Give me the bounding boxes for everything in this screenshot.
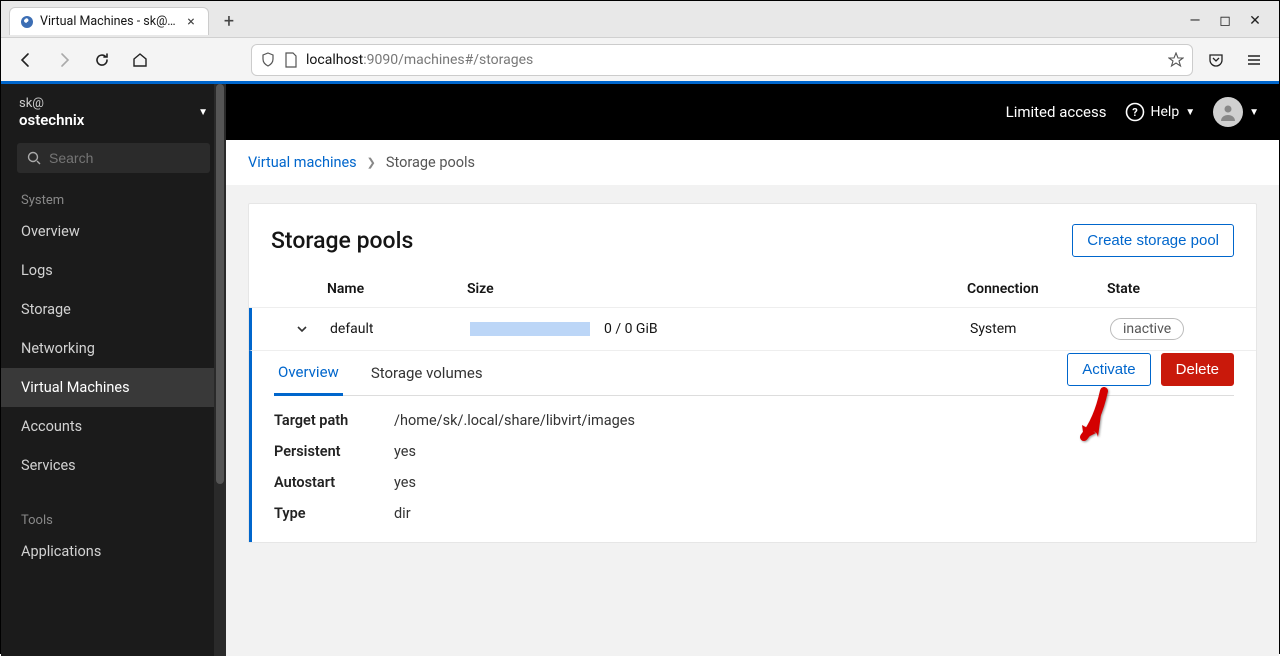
- app: sk@ ostechnix ▼ System Overview Logs Sto…: [1, 84, 1279, 656]
- pool-size: 0 / 0 GiB: [604, 321, 658, 337]
- sidebar-item-applications[interactable]: Applications: [1, 532, 226, 571]
- svg-text:?: ?: [1132, 106, 1138, 119]
- pool-state-badge: inactive: [1110, 318, 1184, 340]
- sidebar-item-logs[interactable]: Logs: [1, 251, 226, 290]
- back-button[interactable]: [11, 45, 41, 75]
- create-storage-pool-button[interactable]: Create storage pool: [1072, 224, 1234, 257]
- browser-chrome: Virtual Machines - sk@os × + — ◻ ✕ local…: [1, 1, 1279, 81]
- avatar-icon: [1213, 97, 1243, 127]
- chevron-down-icon: ▼: [198, 107, 208, 118]
- forward-button[interactable]: [49, 45, 79, 75]
- host-switcher[interactable]: sk@ ostechnix ▼: [1, 84, 226, 143]
- pocket-icon[interactable]: [1201, 45, 1231, 75]
- sidebar-item-accounts[interactable]: Accounts: [1, 407, 226, 446]
- delete-button[interactable]: Delete: [1161, 353, 1234, 386]
- activate-button[interactable]: Activate: [1067, 353, 1150, 386]
- sidebar: sk@ ostechnix ▼ System Overview Logs Sto…: [1, 84, 226, 656]
- chevron-right-icon: ❯: [367, 156, 376, 169]
- hamburger-menu-icon[interactable]: [1239, 45, 1269, 75]
- topbar: Limited access ? Help ▼ ▼: [226, 84, 1279, 140]
- expand-toggle[interactable]: [274, 323, 330, 335]
- sidebar-item-networking[interactable]: Networking: [1, 329, 226, 368]
- sidebar-scrollbar[interactable]: [214, 84, 226, 656]
- pool-row: default 0 / 0 GiB System inactive: [249, 308, 1256, 351]
- kv-persistent-value: yes: [394, 443, 1234, 460]
- pool-detail: Overview Storage volumes Activate Delete…: [249, 351, 1256, 542]
- window-close-icon[interactable]: ✕: [1247, 13, 1263, 29]
- col-size: Size: [467, 281, 967, 297]
- browser-toolbar: localhost:9090/machines#/storages: [1, 37, 1279, 81]
- kv-autostart-label: Autostart: [274, 474, 394, 491]
- home-button[interactable]: [125, 45, 155, 75]
- col-state: State: [1107, 281, 1234, 297]
- help-icon: ?: [1125, 102, 1145, 122]
- tab-title: Virtual Machines - sk@os: [40, 14, 178, 29]
- kv-target-path-value: /home/sk/.local/share/libvirt/images: [394, 412, 1234, 429]
- kv-target-path-label: Target path: [274, 412, 394, 429]
- shield-icon: [260, 52, 276, 68]
- bookmark-icon[interactable]: [1168, 52, 1184, 68]
- chevron-down-icon: ▼: [1185, 107, 1195, 118]
- sidebar-item-storage[interactable]: Storage: [1, 290, 226, 329]
- chevron-down-icon: ▼: [1249, 107, 1259, 118]
- pool-connection: System: [970, 321, 1110, 337]
- limited-access-label[interactable]: Limited access: [1006, 103, 1107, 121]
- tab-storage-volumes[interactable]: Storage volumes: [367, 352, 487, 394]
- sidebar-item-virtual-machines[interactable]: Virtual Machines: [1, 368, 226, 407]
- sidebar-item-overview[interactable]: Overview: [1, 212, 226, 251]
- window-minimize-icon[interactable]: —: [1187, 13, 1203, 29]
- breadcrumb-root[interactable]: Virtual machines: [248, 154, 357, 171]
- kv-autostart-value: yes: [394, 474, 1234, 491]
- breadcrumb-current: Storage pools: [386, 154, 475, 171]
- col-connection: Connection: [967, 281, 1107, 297]
- kv-persistent-label: Persistent: [274, 443, 394, 460]
- sidebar-search-input[interactable]: [49, 150, 200, 166]
- browser-tab[interactable]: Virtual Machines - sk@os ×: [9, 7, 209, 35]
- page-title: Storage pools: [271, 227, 413, 254]
- kv-type-value: dir: [394, 505, 1234, 522]
- tab-bar: Virtual Machines - sk@os × + — ◻ ✕: [1, 1, 1279, 37]
- section-label-tools: Tools: [1, 503, 226, 532]
- pool-table-header: Name Size Connection State: [249, 271, 1256, 308]
- breadcrumb: Virtual machines ❯ Storage pools: [226, 140, 1279, 185]
- pool-name: default: [330, 321, 470, 337]
- search-icon: [27, 151, 41, 165]
- window-maximize-icon[interactable]: ◻: [1217, 13, 1233, 29]
- sidebar-search[interactable]: [17, 143, 210, 173]
- col-name: Name: [327, 281, 467, 297]
- storage-pools-card: Storage pools Create storage pool Name S…: [248, 203, 1257, 543]
- help-menu[interactable]: ? Help ▼: [1125, 102, 1196, 122]
- url-text: localhost:9090/machines#/storages: [306, 52, 1160, 68]
- tab-close-icon[interactable]: ×: [184, 15, 198, 29]
- sidebar-item-services[interactable]: Services: [1, 446, 226, 485]
- pool-usage-bar: [470, 322, 590, 336]
- user-menu[interactable]: ▼: [1213, 97, 1259, 127]
- main: Limited access ? Help ▼ ▼ Virtual machin…: [226, 84, 1279, 656]
- reload-button[interactable]: [87, 45, 117, 75]
- tab-overview[interactable]: Overview: [274, 351, 343, 396]
- tab-favicon-icon: [20, 15, 34, 29]
- kv-type-label: Type: [274, 505, 394, 522]
- url-bar[interactable]: localhost:9090/machines#/storages: [251, 44, 1193, 76]
- page-icon: [284, 52, 298, 68]
- new-tab-button[interactable]: +: [215, 7, 243, 35]
- window-controls: — ◻ ✕: [1187, 13, 1271, 29]
- section-label-system: System: [1, 183, 226, 212]
